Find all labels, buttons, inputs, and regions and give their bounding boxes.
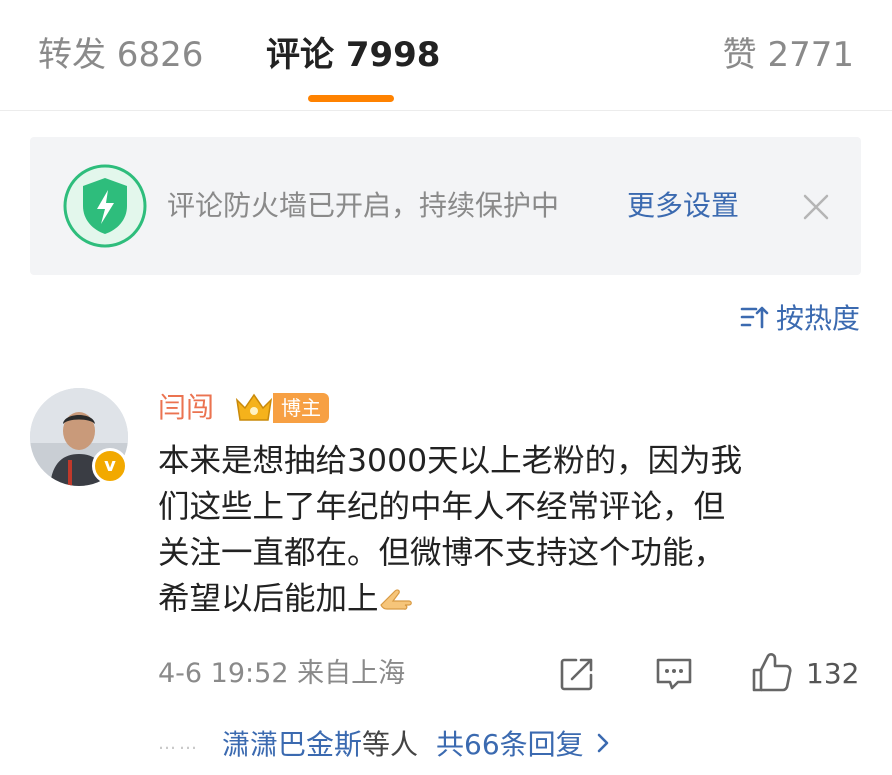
sort-icon [740, 306, 769, 329]
firewall-banner: 评论防火墙已开启，持续保护中 更多设置 [30, 137, 861, 275]
comment-line: 希望以后能加上 [158, 581, 379, 617]
active-tab-indicator [308, 95, 394, 102]
comment-line: 们这些上了年纪的中年人不经常评论，但 [158, 489, 726, 525]
tab-like[interactable]: 赞 2771 [723, 30, 854, 80]
chevron-right-icon [597, 733, 608, 753]
tab-bar: 转发 6826 评论 7998 赞 2771 [0, 0, 892, 111]
replies-summary[interactable]: …… 潇潇巴金斯 等人 共66条回复 [158, 722, 610, 764]
reply-names-suffix: 等人 [362, 728, 419, 761]
reply-user-names[interactable]: 潇潇巴金斯 [222, 723, 362, 763]
share-icon[interactable] [558, 655, 596, 693]
like-count: 132 [806, 657, 860, 690]
comment-meta: 4-6 19:52 来自上海 [158, 658, 406, 689]
more-settings-link[interactable]: 更多设置 [627, 184, 739, 228]
reply-total-link[interactable]: 共66条回复 [436, 723, 584, 763]
tab-comment[interactable]: 评论 7998 [266, 30, 440, 80]
close-icon[interactable] [799, 190, 833, 224]
comment-body: 本来是想抽给3000天以上老粉的，因为我 们这些上了年纪的中年人不经常评论，但 … [158, 438, 858, 622]
replies-dots: …… [158, 732, 200, 754]
sort-label: 按热度 [775, 302, 860, 335]
comment-line: 关注一直都在。但微博不支持这个功能， [158, 535, 726, 571]
shield-icon [63, 164, 147, 248]
verified-badge: v [92, 448, 128, 484]
comment-username[interactable]: 闫闯 [158, 388, 214, 428]
folded-hands-icon [379, 589, 412, 610]
tab-repost[interactable]: 转发 6826 [38, 30, 203, 80]
comment-icon[interactable] [654, 655, 694, 693]
crown-icon [235, 393, 273, 421]
comment-line: 本来是想抽给3000天以上老粉的，因为我 [158, 443, 743, 479]
author-badge: 博主 [273, 393, 329, 423]
firewall-status-text: 评论防火墙已开启，持续保护中 [167, 189, 560, 222]
like-icon[interactable] [750, 650, 794, 694]
sort-button[interactable]: 按热度 [740, 296, 860, 338]
